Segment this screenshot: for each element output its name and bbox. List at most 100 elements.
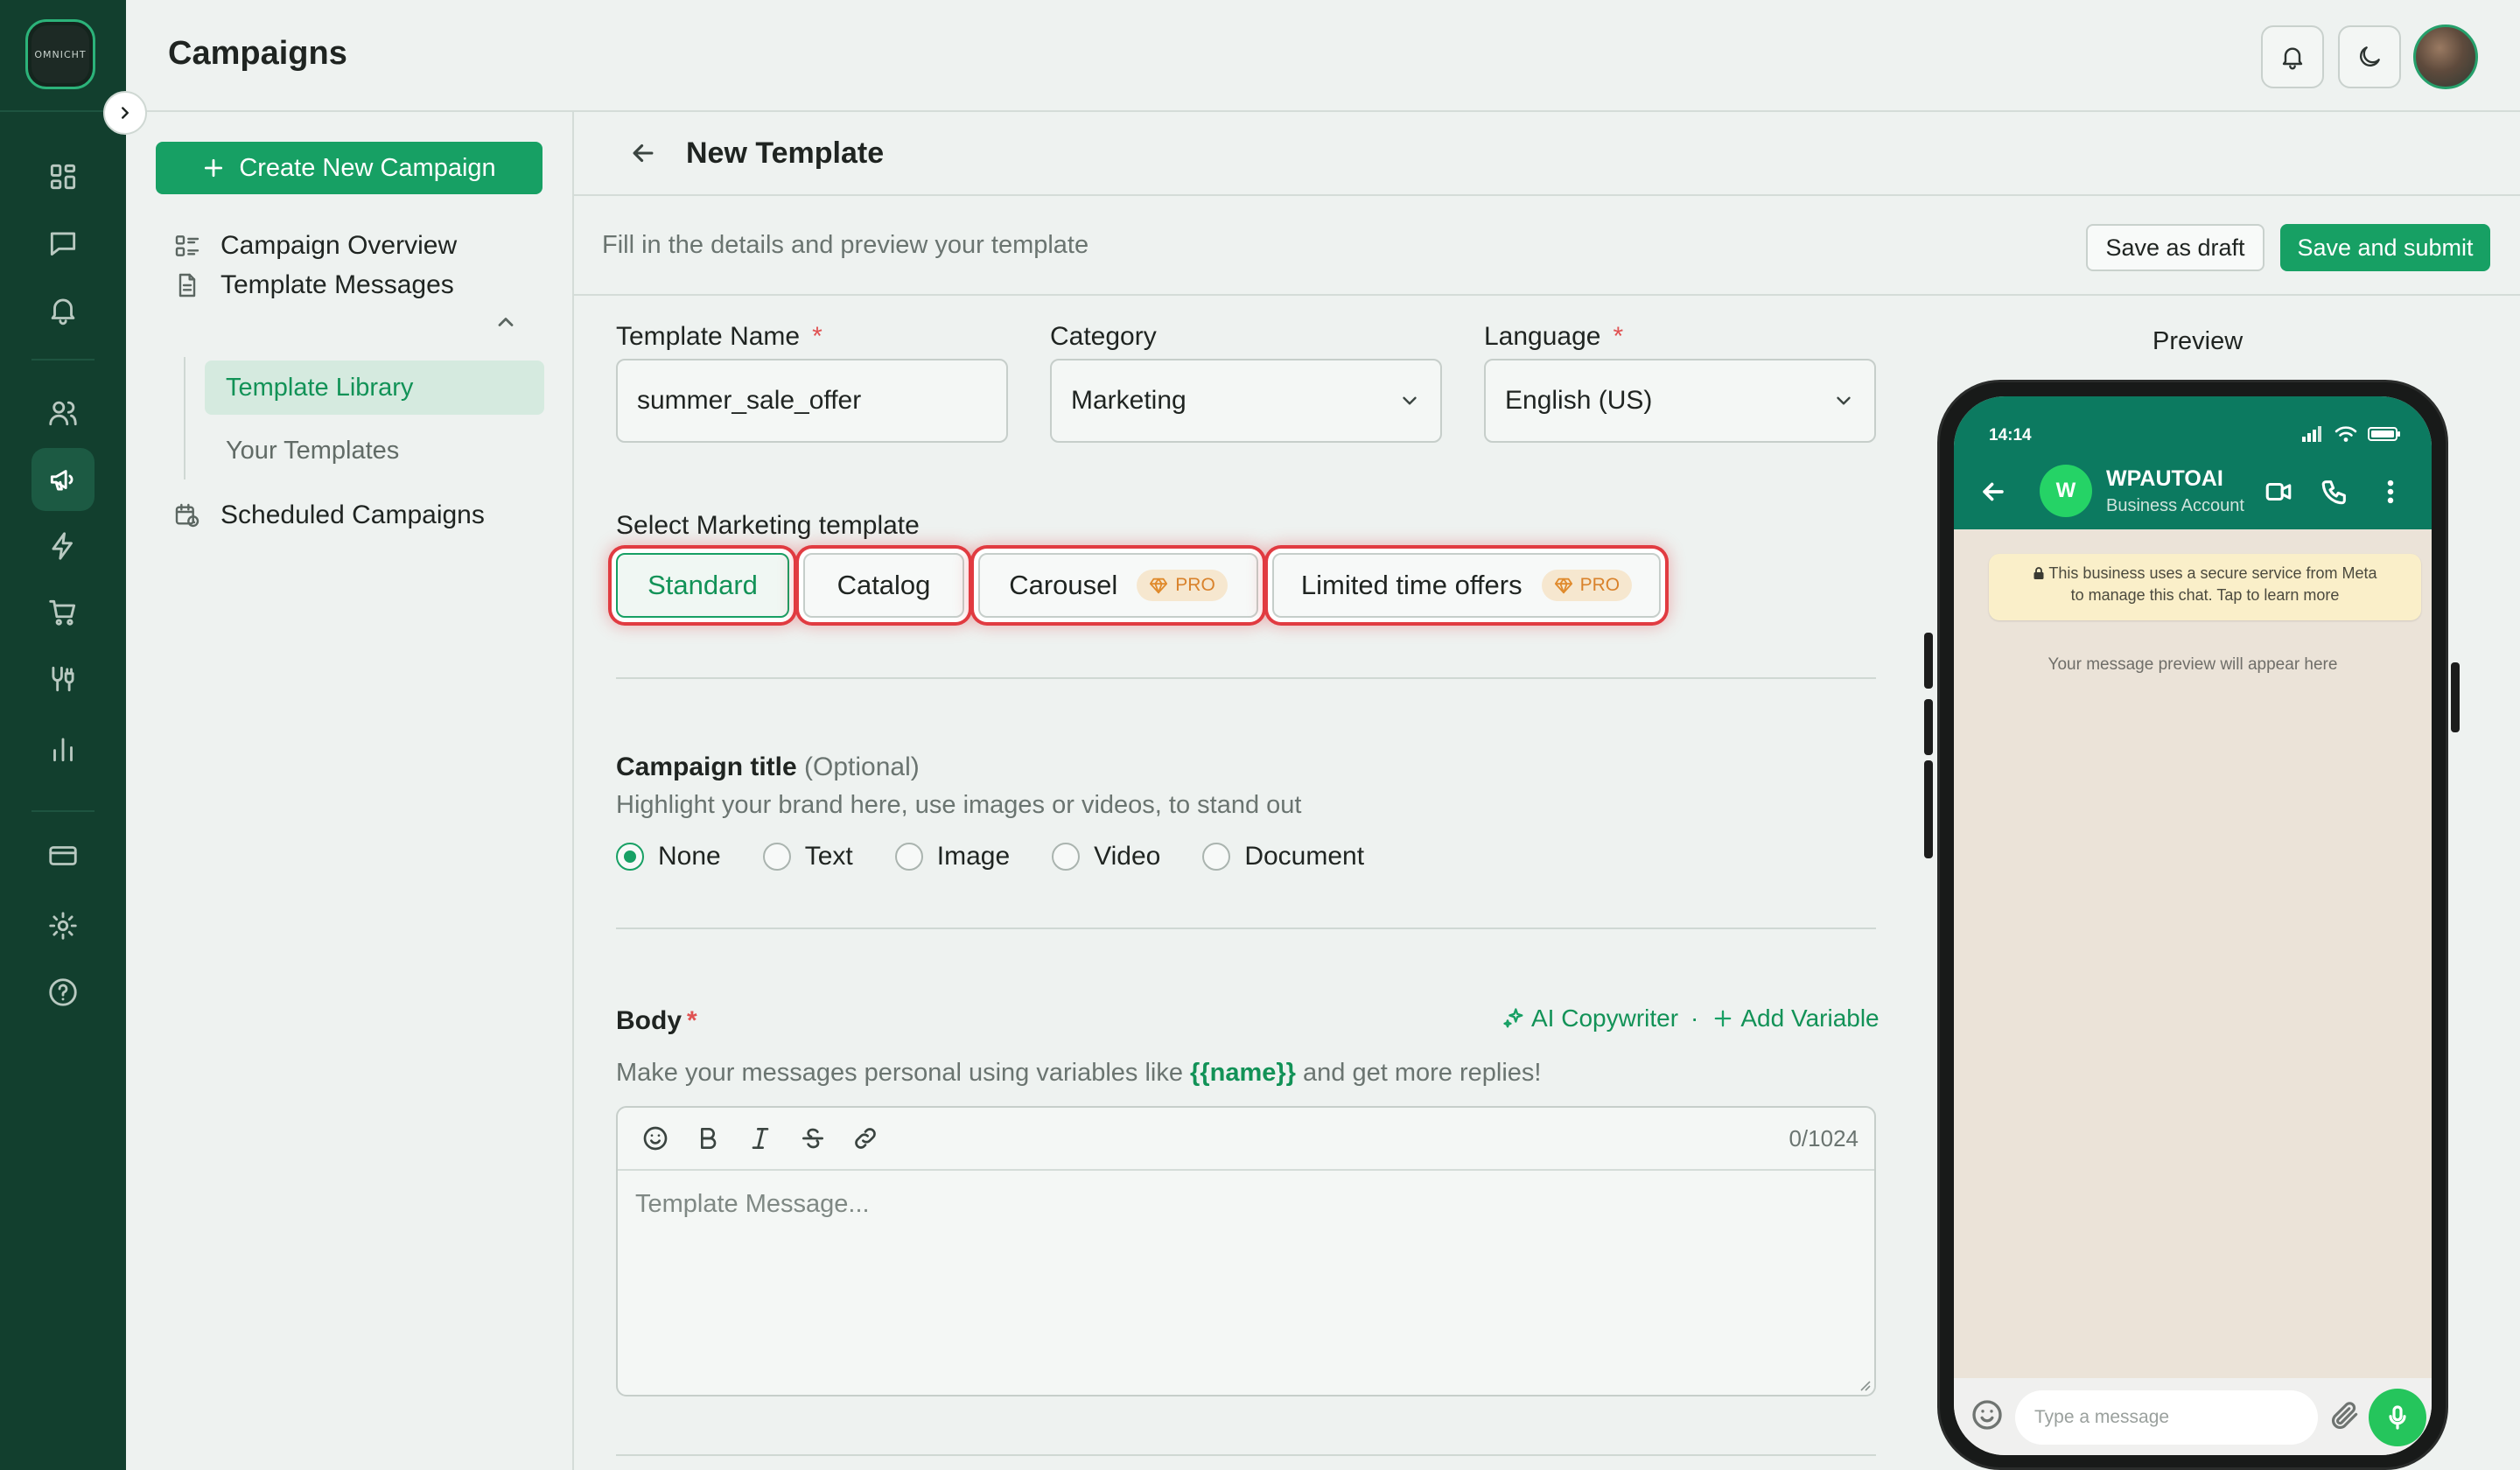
campaign-title-heading: Campaign title (Optional) — [616, 752, 920, 782]
phone-side-button — [1924, 760, 1933, 858]
save-submit-button[interactable]: Save and submit — [2280, 224, 2490, 271]
chat-mic-button[interactable] — [2369, 1389, 2426, 1446]
nav-campaign-overview[interactable]: Campaign Overview — [173, 231, 457, 261]
template-editor: New Template Fill in the details and pre… — [574, 112, 2520, 1470]
body-editor: 0/1024 Template Message... — [616, 1106, 1876, 1396]
radio-none[interactable]: None — [616, 842, 721, 872]
chat-attach-button[interactable] — [2328, 1399, 2362, 1432]
category-select[interactable]: Marketing — [1050, 359, 1442, 443]
rail-analytics[interactable] — [32, 718, 94, 780]
megaphone-icon — [50, 470, 74, 491]
radio-document[interactable]: Document — [1202, 842, 1364, 872]
body-heading: Body * — [616, 1006, 697, 1036]
nav-your-templates[interactable]: Your Templates — [205, 424, 544, 478]
add-variable-button[interactable]: Add Variable — [1711, 1004, 1880, 1032]
back-button[interactable] — [628, 138, 658, 168]
notice-text: to manage this chat. Tap to learn more — [2070, 586, 2340, 604]
plus-icon — [1715, 1010, 1732, 1027]
radio-video[interactable]: Video — [1052, 842, 1160, 872]
template-name-value: summer_sale_offer — [637, 386, 862, 415]
calendar-clock-icon — [175, 503, 200, 528]
radio-label: None — [658, 842, 721, 871]
rail-notifications[interactable] — [32, 278, 94, 341]
rail-campaigns[interactable] — [32, 448, 94, 511]
emoji-button[interactable] — [640, 1124, 670, 1153]
link-button[interactable] — [850, 1124, 880, 1153]
phone-side-button — [2451, 662, 2460, 732]
category-value: Marketing — [1071, 386, 1186, 415]
chevron-down-icon — [1837, 396, 1851, 405]
encryption-notice[interactable]: This business uses a secure service from… — [1989, 554, 2421, 620]
nav-template-library[interactable]: Template Library — [205, 360, 544, 415]
template-messages-collapse[interactable] — [494, 310, 518, 334]
phone-side-button — [1924, 699, 1933, 755]
template-type-catalog[interactable]: Catalog — [803, 553, 964, 618]
battery-icon — [2368, 427, 2400, 441]
submenu-rail — [184, 357, 186, 480]
rail-help[interactable] — [32, 961, 94, 1024]
paperclip-icon — [2331, 1402, 2358, 1430]
rail-chat[interactable] — [32, 212, 94, 275]
diamond-icon — [1150, 578, 1168, 594]
create-campaign-button[interactable]: Create New Campaign — [156, 142, 542, 194]
strikethrough-button[interactable] — [798, 1124, 828, 1153]
phone-preview: 14:14 W WPAUTOAI Business Account This b… — [1924, 380, 2460, 1470]
chat-back-button[interactable] — [1978, 477, 2008, 507]
rail-contacts[interactable] — [32, 382, 94, 444]
resize-grip-icon — [1860, 1381, 1871, 1391]
user-avatar[interactable] — [2413, 24, 2478, 89]
rail-settings[interactable] — [32, 894, 94, 957]
rail-dashboard[interactable] — [32, 145, 94, 208]
template-name-input[interactable]: summer_sale_offer — [616, 359, 1008, 443]
campaign-title-hint: Highlight your brand here, use images or… — [616, 791, 1302, 819]
section-divider — [616, 1454, 1876, 1456]
chat-message-input[interactable]: Type a message — [2015, 1390, 2318, 1445]
emoji-icon — [1972, 1400, 2002, 1430]
app-logo-text: OMNICHT — [32, 25, 89, 83]
ai-copywriter-button[interactable]: AI Copywriter — [1502, 1004, 1678, 1032]
microphone-icon — [2389, 1405, 2406, 1430]
radio-image[interactable]: Image — [894, 842, 1010, 872]
character-counter: 0/1024 — [1788, 1125, 1858, 1152]
rail-billing[interactable] — [32, 824, 94, 887]
nav-template-messages[interactable]: Template Messages — [173, 270, 454, 300]
resize-handle[interactable] — [1857, 1377, 1871, 1391]
notifications-button[interactable] — [2261, 25, 2324, 88]
theme-toggle-button[interactable] — [2338, 25, 2401, 88]
language-value: English (US) — [1505, 386, 1653, 415]
chevron-down-icon — [1403, 396, 1417, 405]
body-textarea[interactable]: Template Message... — [618, 1171, 1874, 1238]
rail-integrations[interactable] — [32, 648, 94, 710]
template-type-limited-time-offers[interactable]: Limited time offers PRO — [1272, 553, 1661, 618]
page-title: Campaigns — [168, 35, 347, 72]
radio-text[interactable]: Text — [762, 842, 853, 872]
radio-indicator — [894, 843, 923, 871]
sidebar-toggle-button[interactable] — [103, 91, 147, 135]
nav-label: Campaign Overview — [220, 231, 458, 260]
nav-scheduled-campaigns[interactable]: Scheduled Campaigns — [173, 500, 485, 530]
hint-variable: {{name}} — [1190, 1059, 1296, 1087]
more-vertical-icon — [2387, 480, 2394, 504]
save-draft-button[interactable]: Save as draft — [2086, 224, 2264, 271]
language-select[interactable]: English (US) — [1484, 359, 1876, 443]
sparkle-icon — [1503, 1008, 1523, 1028]
category-label: Category — [1050, 322, 1157, 351]
chat-emoji-button[interactable] — [1970, 1397, 2005, 1432]
template-type-standard[interactable]: Standard — [616, 553, 789, 618]
wifi-icon — [2334, 426, 2357, 442]
help-icon — [49, 978, 77, 1006]
app-logo[interactable]: OMNICHT — [25, 19, 95, 89]
template-type-carousel[interactable]: Carousel PRO — [978, 553, 1258, 618]
create-campaign-label: Create New Campaign — [239, 153, 496, 182]
bold-button[interactable] — [693, 1124, 723, 1153]
rail-automation[interactable] — [32, 514, 94, 578]
italic-button[interactable] — [746, 1124, 775, 1153]
bolt-icon — [52, 532, 73, 560]
rail-commerce[interactable] — [32, 581, 94, 644]
contact-avatar: W — [2040, 465, 2092, 517]
add-variable-label: Add Variable — [1740, 1004, 1880, 1032]
body-hint: Make your messages personal using variab… — [616, 1059, 1541, 1088]
chat-icon — [50, 232, 76, 256]
editor-toolbar: 0/1024 — [618, 1108, 1874, 1171]
users-icon — [49, 401, 77, 426]
